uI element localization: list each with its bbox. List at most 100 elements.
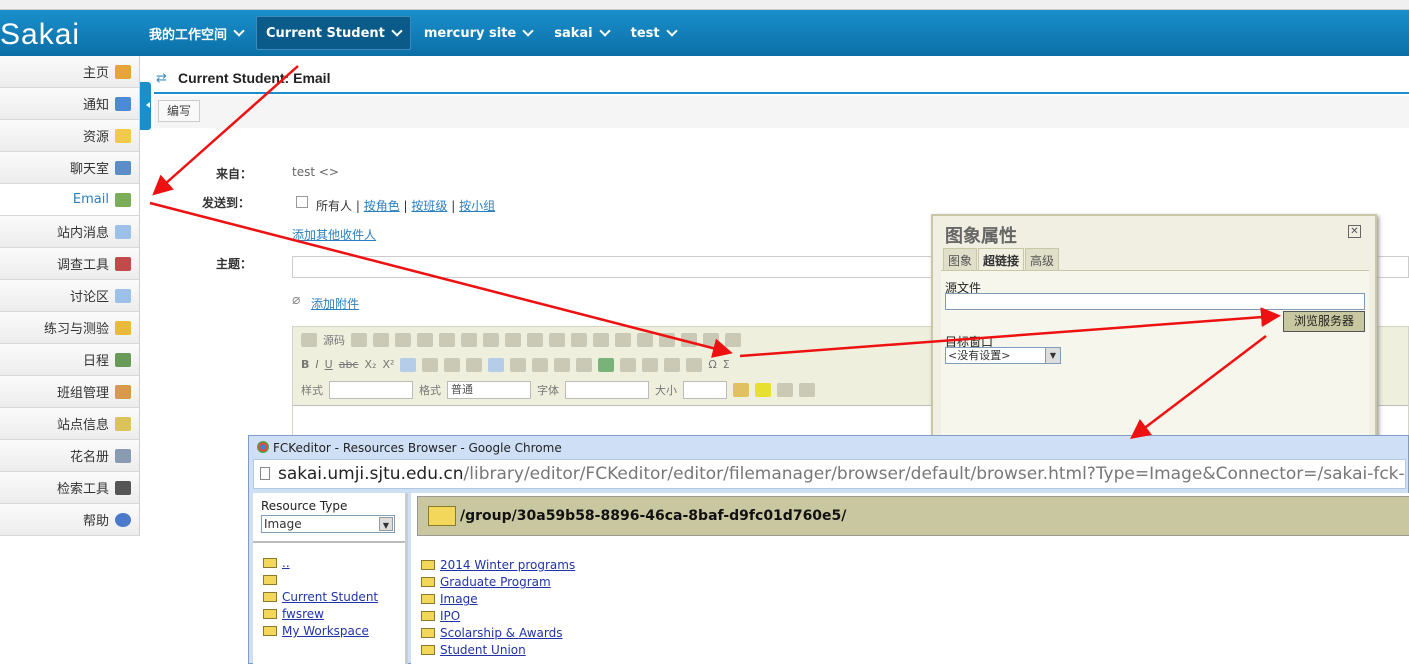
tree-label[interactable]: My Workspace xyxy=(282,624,369,638)
paste-word-icon[interactable] xyxy=(461,332,477,347)
strike-icon[interactable]: abc xyxy=(339,358,359,371)
sidebar-item-chat[interactable]: 聊天室 xyxy=(0,152,140,184)
italic-icon[interactable]: I xyxy=(315,358,318,371)
sidebar-collapse-toggle[interactable] xyxy=(140,82,151,130)
tree-label[interactable]: .. xyxy=(282,556,290,570)
tree-item[interactable]: My Workspace xyxy=(263,623,378,640)
list-item[interactable]: Graduate Program xyxy=(421,574,575,591)
list-item[interactable]: Image xyxy=(421,591,575,608)
sidebar-item-search[interactable]: 检索工具 xyxy=(0,472,140,504)
unlink-icon[interactable] xyxy=(554,357,571,372)
text-color-icon[interactable] xyxy=(733,382,749,397)
resource-type-select[interactable]: Image ▼ xyxy=(261,515,395,533)
everyone-checkbox[interactable] xyxy=(296,196,308,208)
superscript-icon[interactable]: X² xyxy=(382,358,394,371)
table-icon[interactable] xyxy=(642,357,659,372)
sidebar-item-announcements[interactable]: 通知 xyxy=(0,88,140,120)
add-attachment-link[interactable]: 添加附件 xyxy=(311,295,359,312)
nav-mercury-site[interactable]: mercury site xyxy=(415,16,541,50)
div-icon[interactable] xyxy=(725,332,741,347)
align-right-icon[interactable] xyxy=(444,357,461,372)
address-bar[interactable]: sakai.umji.sjtu.edu.cn/library/editor/FC… xyxy=(253,459,1406,489)
target-window-select[interactable]: <没有设置> ▼ xyxy=(945,347,1061,364)
bold-icon[interactable]: B xyxy=(301,358,309,371)
sidebar-item-forums[interactable]: 讨论区 xyxy=(0,280,140,312)
align-left-icon[interactable] xyxy=(400,357,417,372)
source-file-input[interactable] xyxy=(945,293,1365,310)
rtl-icon[interactable] xyxy=(510,357,527,372)
sidebar-item-email[interactable]: Email xyxy=(0,184,140,216)
sidebar-item-roster[interactable]: 花名册 xyxy=(0,440,140,472)
tree-item[interactable]: Current Student xyxy=(263,589,378,606)
nav-test[interactable]: test xyxy=(622,16,685,50)
indent-icon[interactable] xyxy=(681,332,697,347)
show-blocks-icon[interactable] xyxy=(799,382,815,397)
list-item[interactable]: Student Union xyxy=(421,642,575,659)
close-icon[interactable]: ✕ xyxy=(1348,225,1361,238)
source-icon[interactable] xyxy=(301,332,317,347)
maximize-icon[interactable] xyxy=(777,382,793,397)
tree-item[interactable] xyxy=(263,572,378,589)
size-select[interactable] xyxy=(683,380,727,399)
template-icon[interactable] xyxy=(351,332,367,347)
by-group-link[interactable]: 按小组 xyxy=(459,199,495,213)
folder-link[interactable]: IPO xyxy=(440,609,460,623)
refresh-icon[interactable]: ⇄ xyxy=(156,71,167,86)
link-icon[interactable] xyxy=(532,357,549,372)
folder-link[interactable]: Student Union xyxy=(440,643,526,657)
anchor-icon[interactable] xyxy=(576,357,593,372)
redo-icon[interactable] xyxy=(527,332,543,347)
by-section-link[interactable]: 按班级 xyxy=(411,199,447,213)
sidebar-item-help[interactable]: 帮助 xyxy=(0,504,140,536)
tab-image[interactable]: 图象 xyxy=(943,248,978,272)
tree-label[interactable]: Current Student xyxy=(282,590,378,604)
list-item[interactable]: IPO xyxy=(421,608,575,625)
outdent-icon[interactable] xyxy=(659,332,675,347)
tab-advanced[interactable]: 高级 xyxy=(1025,248,1060,272)
underline-icon[interactable]: U xyxy=(325,358,333,371)
sidebar-item-groups[interactable]: 班组管理 xyxy=(0,376,140,408)
sidebar-item-resources[interactable]: 资源 xyxy=(0,120,140,152)
tab-hyperlink[interactable]: 超链接 xyxy=(978,248,1025,272)
sidebar-item-schedule[interactable]: 日程 xyxy=(0,344,140,376)
sidebar-item-polls[interactable]: 调查工具 xyxy=(0,248,140,280)
bulleted-list-icon[interactable] xyxy=(637,332,653,347)
tree-item[interactable]: fwsrew xyxy=(263,606,378,623)
folder-link[interactable]: Scolarship & Awards xyxy=(440,626,562,640)
smiley-icon[interactable] xyxy=(686,357,703,372)
nav-my-workspace[interactable]: 我的工作空间 xyxy=(140,16,252,50)
cut-icon[interactable] xyxy=(373,332,389,347)
sidebar-item-tests[interactable]: 练习与测验 xyxy=(0,312,140,344)
remove-format-icon[interactable] xyxy=(593,332,609,347)
sigma-icon[interactable]: Σ xyxy=(723,358,730,371)
add-recipients-link[interactable]: 添加其他收件人 xyxy=(292,226,376,243)
print-icon[interactable] xyxy=(483,332,499,347)
format-select[interactable]: 普通 xyxy=(447,380,531,399)
compose-button[interactable]: 编写 xyxy=(158,100,201,122)
bg-color-icon[interactable] xyxy=(755,382,771,397)
paste-icon[interactable] xyxy=(417,332,433,347)
image-icon[interactable] xyxy=(598,357,615,372)
style-select[interactable] xyxy=(329,380,413,399)
folder-link[interactable]: 2014 Winter programs xyxy=(440,558,575,572)
folder-link[interactable]: Image xyxy=(440,592,478,606)
sakai-logo[interactable]: Sakai xyxy=(0,18,80,52)
browse-server-button[interactable]: 浏览服务器 xyxy=(1283,311,1365,332)
blockquote-icon[interactable] xyxy=(703,332,719,347)
rule-icon[interactable] xyxy=(664,357,681,372)
sidebar-item-home[interactable]: 主页 xyxy=(0,56,140,88)
align-center-icon[interactable] xyxy=(422,357,439,372)
undo-icon[interactable] xyxy=(505,332,521,347)
flash-icon[interactable] xyxy=(620,357,637,372)
subscript-icon[interactable]: X₂ xyxy=(364,358,376,371)
find-icon[interactable] xyxy=(549,332,565,347)
font-select[interactable] xyxy=(565,380,649,399)
tree-item[interactable]: .. xyxy=(263,555,378,572)
sidebar-item-site-info[interactable]: 站点信息 xyxy=(0,408,140,440)
copy-icon[interactable] xyxy=(395,332,411,347)
sidebar-item-messages[interactable]: 站内消息 xyxy=(0,216,140,248)
select-all-icon[interactable] xyxy=(571,332,587,347)
nav-sakai[interactable]: sakai xyxy=(545,16,617,50)
list-item[interactable]: Scolarship & Awards xyxy=(421,625,575,642)
ltr-icon[interactable] xyxy=(488,357,505,372)
